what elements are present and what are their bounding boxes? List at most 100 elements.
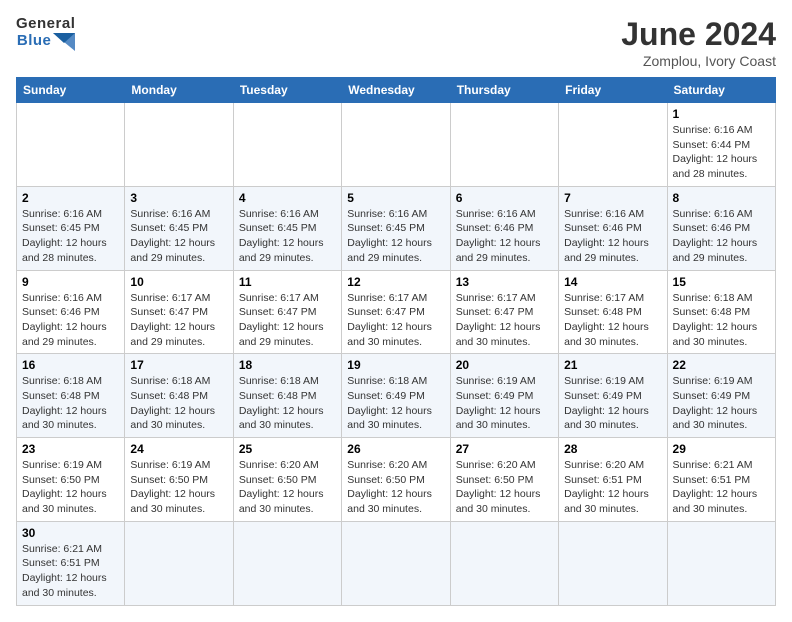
calendar-cell: 27 Sunrise: 6:20 AM Sunset: 6:50 PM Dayli…: [450, 438, 558, 522]
day-info: Sunrise: 6:17 AM Sunset: 6:47 PM Dayligh…: [130, 291, 227, 350]
calendar-cell: [450, 103, 558, 187]
calendar-cell: [559, 521, 667, 605]
day-number: 28: [564, 442, 661, 456]
calendar-cell: 4 Sunrise: 6:16 AM Sunset: 6:45 PM Daylig…: [233, 186, 341, 270]
day-number: 16: [22, 358, 119, 372]
day-number: 21: [564, 358, 661, 372]
calendar-cell: [125, 521, 233, 605]
calendar-cell: 7 Sunrise: 6:16 AM Sunset: 6:46 PM Daylig…: [559, 186, 667, 270]
weekday-header: Thursday: [450, 78, 558, 103]
day-info: Sunrise: 6:16 AM Sunset: 6:45 PM Dayligh…: [347, 207, 444, 266]
weekday-header: Monday: [125, 78, 233, 103]
calendar-cell: 29Sunrise: 6:21 AM Sunset: 6:51 PM Dayli…: [667, 438, 775, 522]
day-number: 11: [239, 275, 336, 289]
calendar-cell: [450, 521, 558, 605]
day-number: 17: [130, 358, 227, 372]
weekday-header: Saturday: [667, 78, 775, 103]
day-number: 4: [239, 191, 336, 205]
logo-triangle-icon: [53, 33, 75, 51]
calendar-cell: [559, 103, 667, 187]
calendar-cell: 30Sunrise: 6:21 AM Sunset: 6:51 PM Dayli…: [17, 521, 125, 605]
calendar-header-row: SundayMondayTuesdayWednesdayThursdayFrid…: [17, 78, 776, 103]
calendar-cell: [667, 521, 775, 605]
day-info: Sunrise: 6:18 AM Sunset: 6:48 PM Dayligh…: [130, 374, 227, 433]
day-number: 23: [22, 442, 119, 456]
day-number: 9: [22, 275, 119, 289]
calendar-week-row: 23 Sunrise: 6:19 AM Sunset: 6:50 PM Dayli…: [17, 438, 776, 522]
calendar-week-row: 9 Sunrise: 6:16 AM Sunset: 6:46 PM Daylig…: [17, 270, 776, 354]
day-info: Sunrise: 6:18 AM Sunset: 6:49 PM Dayligh…: [347, 374, 444, 433]
calendar-title: June 2024: [621, 16, 776, 53]
weekday-header: Sunday: [17, 78, 125, 103]
day-number: 5: [347, 191, 444, 205]
day-info: Sunrise: 6:19 AM Sunset: 6:50 PM Dayligh…: [22, 458, 119, 517]
day-info: Sunrise: 6:17 AM Sunset: 6:47 PM Dayligh…: [456, 291, 553, 350]
day-number: 25: [239, 442, 336, 456]
day-number: 18: [239, 358, 336, 372]
day-info: Sunrise: 6:19 AM Sunset: 6:49 PM Dayligh…: [564, 374, 661, 433]
calendar-cell: 21 Sunrise: 6:19 AM Sunset: 6:49 PM Dayli…: [559, 354, 667, 438]
calendar-cell: 10 Sunrise: 6:17 AM Sunset: 6:47 PM Dayli…: [125, 270, 233, 354]
calendar-cell: 15Sunrise: 6:18 AM Sunset: 6:48 PM Dayli…: [667, 270, 775, 354]
calendar-cell: 19 Sunrise: 6:18 AM Sunset: 6:49 PM Dayli…: [342, 354, 450, 438]
calendar-cell: 3 Sunrise: 6:16 AM Sunset: 6:45 PM Daylig…: [125, 186, 233, 270]
calendar-cell: 1Sunrise: 6:16 AM Sunset: 6:44 PM Daylig…: [667, 103, 775, 187]
day-info: Sunrise: 6:17 AM Sunset: 6:47 PM Dayligh…: [347, 291, 444, 350]
day-info: Sunrise: 6:16 AM Sunset: 6:46 PM Dayligh…: [456, 207, 553, 266]
day-number: 20: [456, 358, 553, 372]
calendar-week-row: 30Sunrise: 6:21 AM Sunset: 6:51 PM Dayli…: [17, 521, 776, 605]
day-info: Sunrise: 6:20 AM Sunset: 6:50 PM Dayligh…: [456, 458, 553, 517]
calendar-cell: 8Sunrise: 6:16 AM Sunset: 6:46 PM Daylig…: [667, 186, 775, 270]
calendar-table: SundayMondayTuesdayWednesdayThursdayFrid…: [16, 77, 776, 606]
calendar-cell: [342, 521, 450, 605]
day-number: 6: [456, 191, 553, 205]
day-info: Sunrise: 6:16 AM Sunset: 6:46 PM Dayligh…: [22, 291, 119, 350]
day-number: 26: [347, 442, 444, 456]
day-number: 15: [673, 275, 770, 289]
calendar-cell: 14 Sunrise: 6:17 AM Sunset: 6:48 PM Dayli…: [559, 270, 667, 354]
title-block: June 2024 Zomplou, Ivory Coast: [621, 16, 776, 69]
day-number: 7: [564, 191, 661, 205]
calendar-cell: 5 Sunrise: 6:16 AM Sunset: 6:45 PM Daylig…: [342, 186, 450, 270]
day-info: Sunrise: 6:18 AM Sunset: 6:48 PM Dayligh…: [239, 374, 336, 433]
day-number: 19: [347, 358, 444, 372]
calendar-cell: 13Sunrise: 6:17 AM Sunset: 6:47 PM Dayli…: [450, 270, 558, 354]
day-info: Sunrise: 6:17 AM Sunset: 6:47 PM Dayligh…: [239, 291, 336, 350]
calendar-cell: 20 Sunrise: 6:19 AM Sunset: 6:49 PM Dayli…: [450, 354, 558, 438]
calendar-cell: 25 Sunrise: 6:20 AM Sunset: 6:50 PM Dayli…: [233, 438, 341, 522]
day-info: Sunrise: 6:16 AM Sunset: 6:45 PM Dayligh…: [239, 207, 336, 266]
day-info: Sunrise: 6:20 AM Sunset: 6:51 PM Dayligh…: [564, 458, 661, 517]
day-number: 12: [347, 275, 444, 289]
day-info: Sunrise: 6:16 AM Sunset: 6:46 PM Dayligh…: [564, 207, 661, 266]
day-info: Sunrise: 6:16 AM Sunset: 6:45 PM Dayligh…: [130, 207, 227, 266]
calendar-cell: 17 Sunrise: 6:18 AM Sunset: 6:48 PM Dayli…: [125, 354, 233, 438]
calendar-week-row: 2 Sunrise: 6:16 AM Sunset: 6:45 PM Daylig…: [17, 186, 776, 270]
day-number: 2: [22, 191, 119, 205]
calendar-cell: 11 Sunrise: 6:17 AM Sunset: 6:47 PM Dayli…: [233, 270, 341, 354]
day-info: Sunrise: 6:16 AM Sunset: 6:45 PM Dayligh…: [22, 207, 119, 266]
calendar-cell: [17, 103, 125, 187]
calendar-cell: [342, 103, 450, 187]
calendar-week-row: 1Sunrise: 6:16 AM Sunset: 6:44 PM Daylig…: [17, 103, 776, 187]
day-number: 24: [130, 442, 227, 456]
day-info: Sunrise: 6:20 AM Sunset: 6:50 PM Dayligh…: [239, 458, 336, 517]
day-number: 14: [564, 275, 661, 289]
day-info: Sunrise: 6:21 AM Sunset: 6:51 PM Dayligh…: [22, 542, 119, 601]
day-info: Sunrise: 6:19 AM Sunset: 6:49 PM Dayligh…: [456, 374, 553, 433]
day-info: Sunrise: 6:21 AM Sunset: 6:51 PM Dayligh…: [673, 458, 770, 517]
day-info: Sunrise: 6:19 AM Sunset: 6:50 PM Dayligh…: [130, 458, 227, 517]
calendar-cell: [125, 103, 233, 187]
weekday-header: Friday: [559, 78, 667, 103]
calendar-cell: 9 Sunrise: 6:16 AM Sunset: 6:46 PM Daylig…: [17, 270, 125, 354]
day-info: Sunrise: 6:16 AM Sunset: 6:44 PM Dayligh…: [673, 123, 770, 182]
day-info: Sunrise: 6:17 AM Sunset: 6:48 PM Dayligh…: [564, 291, 661, 350]
day-number: 27: [456, 442, 553, 456]
day-number: 3: [130, 191, 227, 205]
calendar-cell: [233, 521, 341, 605]
calendar-cell: 6 Sunrise: 6:16 AM Sunset: 6:46 PM Daylig…: [450, 186, 558, 270]
day-info: Sunrise: 6:19 AM Sunset: 6:49 PM Dayligh…: [673, 374, 770, 433]
calendar-cell: 24 Sunrise: 6:19 AM Sunset: 6:50 PM Dayli…: [125, 438, 233, 522]
day-number: 10: [130, 275, 227, 289]
calendar-cell: 22Sunrise: 6:19 AM Sunset: 6:49 PM Dayli…: [667, 354, 775, 438]
page-header: General Blue June 2024 Zomplou, Ivory Co…: [16, 16, 776, 69]
